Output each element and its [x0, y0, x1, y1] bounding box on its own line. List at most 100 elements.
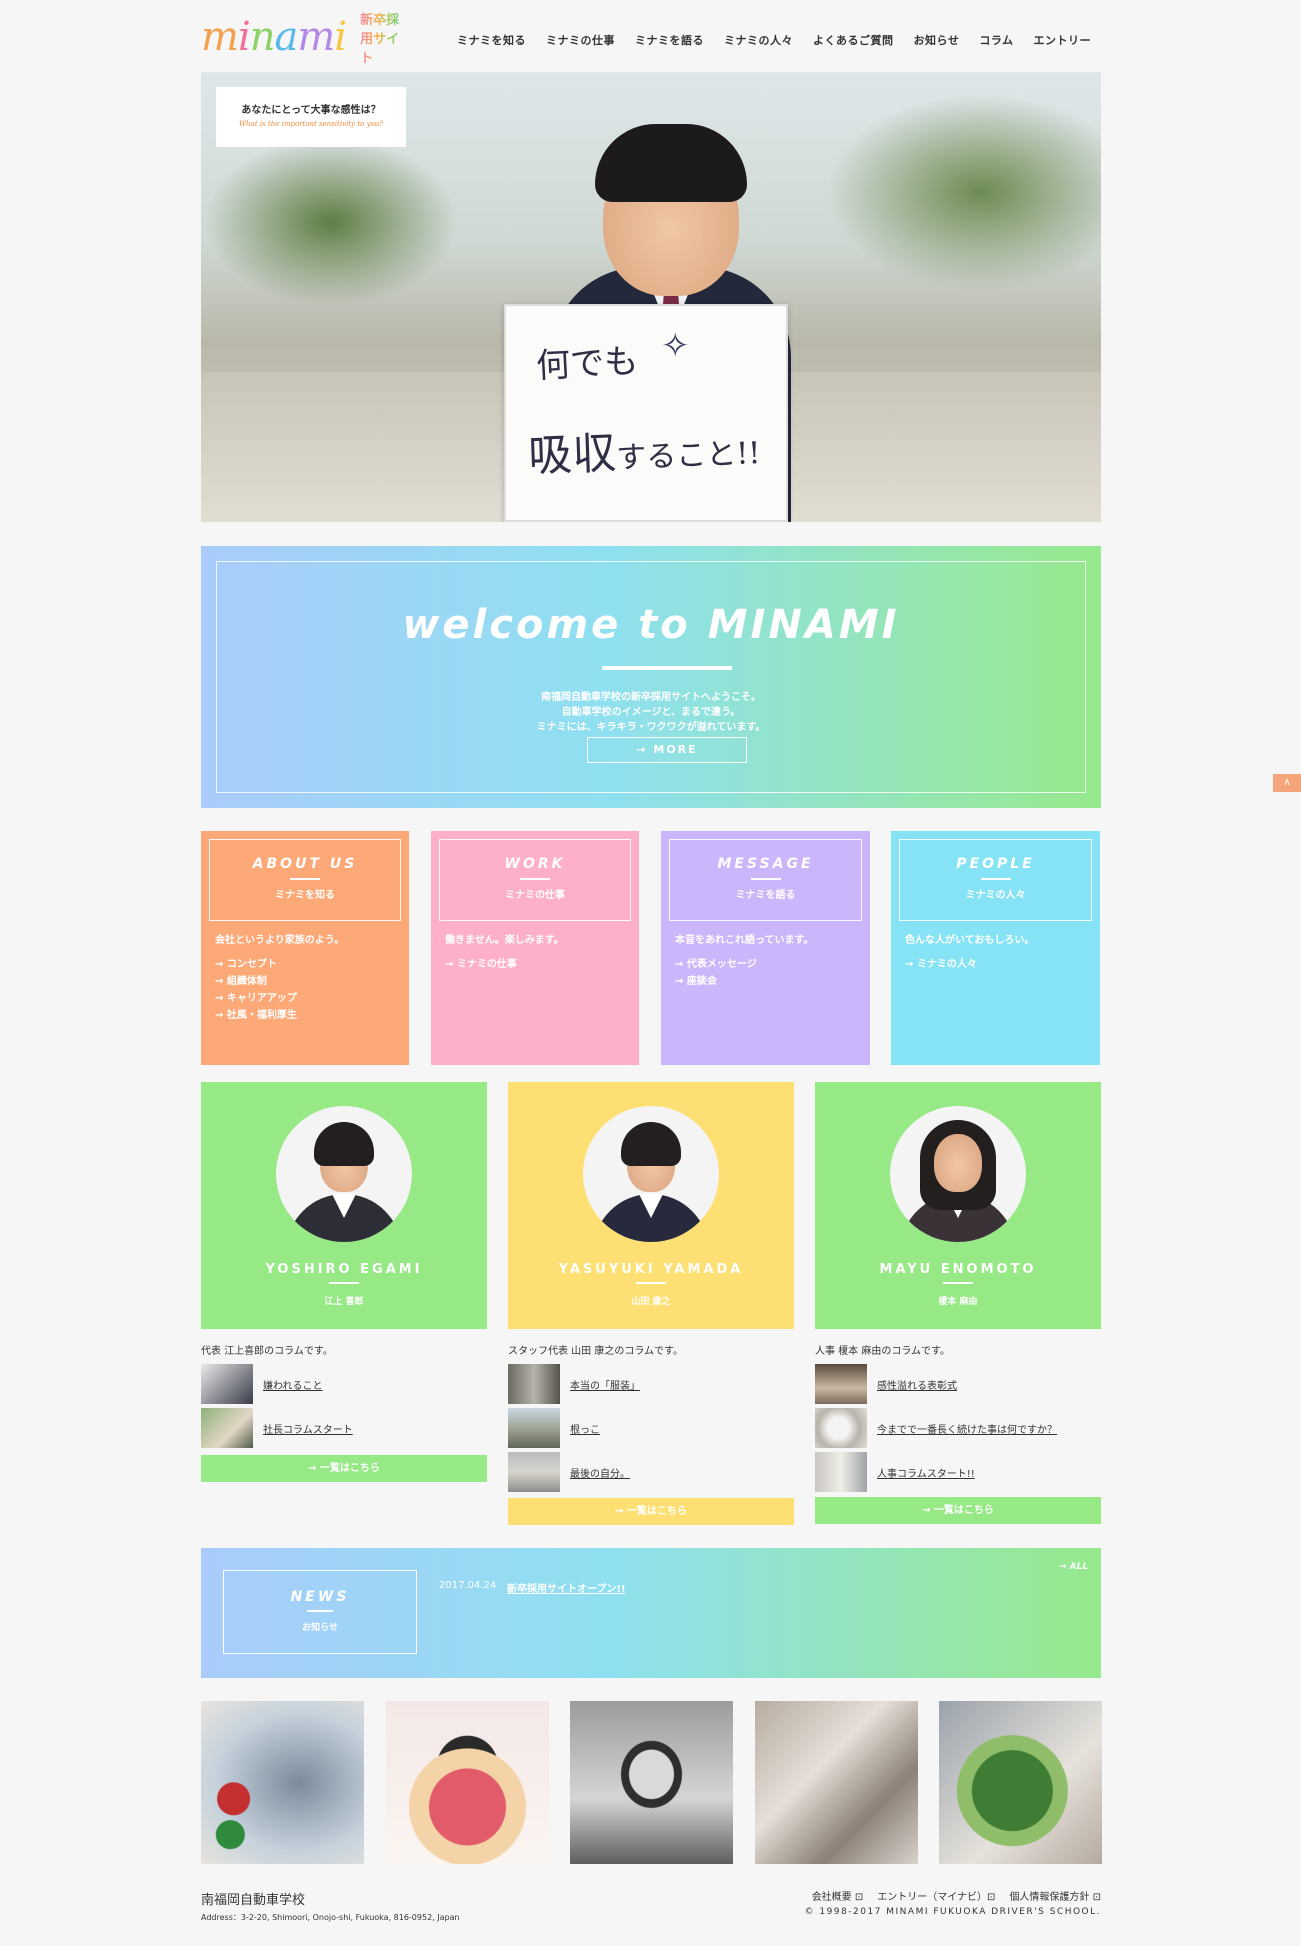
column-list-button-enomoto[interactable]: → 一覧はこちら	[815, 1497, 1101, 1524]
gallery-photo[interactable]	[570, 1701, 733, 1864]
column-list-enomoto: 感性溢れる表彰式 今までで一番長く続けた事は何ですか？ 人事コラムスタート!!	[815, 1362, 1101, 1494]
gallery-photo[interactable]	[386, 1701, 549, 1864]
list-item[interactable]: 本当の「服装」	[508, 1362, 794, 1406]
column-link[interactable]: 嫌われること	[263, 1377, 323, 1392]
category-link-culture[interactable]: → 社風・福利厚生	[215, 1007, 399, 1024]
footer-link-entry[interactable]: エントリー（マイナビ）⊡	[877, 1888, 995, 1903]
list-item[interactable]: 社長コラムスタート	[201, 1406, 487, 1450]
column-link[interactable]: 人事コラムスタート!!	[877, 1465, 975, 1480]
column-link[interactable]: 最後の自分。	[570, 1465, 630, 1480]
category-message[interactable]: MESSAGE ミナミを語る 本音をあれこれ語っています。 → 代表メッセージ …	[661, 831, 870, 1065]
logo-letter-m2: m	[297, 14, 335, 60]
category-body: 色んな人がいておもしろい。 → ミナミの人々	[905, 931, 1090, 973]
category-link-career[interactable]: → キャリアアップ	[215, 990, 399, 1007]
welcome-text-line: 南福岡自動車学校の新卒採用サイトへようこそ。	[541, 692, 761, 703]
columnist-name-jp: 榎本 麻由	[938, 1297, 978, 1307]
columnist-divider	[943, 1282, 973, 1284]
category-divider	[290, 878, 320, 880]
welcome-text-line: ミナミには、キラキラ・ワクワクが溢れています。	[536, 722, 766, 733]
nav-about[interactable]: ミナミを知る	[457, 32, 526, 48]
news-section: NEWS お知らせ 2017.04.24 新卒採用サイトオープン!! → ALL	[201, 1548, 1101, 1678]
welcome-section: welcome to MINAMI 南福岡自動車学校の新卒採用サイトへようこそ。…	[201, 546, 1101, 808]
columnist-card-yamada[interactable]: YASUYUKI YAMADA 山田 康之	[508, 1082, 794, 1329]
news-divider	[307, 1610, 333, 1612]
columnist-name-jp: 江上 喜郎	[324, 1297, 364, 1307]
column-lead: スタッフ代表 山田 康之のコラムです。	[508, 1346, 684, 1357]
avatar-hair	[314, 1122, 374, 1166]
nav-message[interactable]: ミナミを語る	[635, 32, 704, 48]
welcome-text: 南福岡自動車学校の新卒採用サイトへようこそ。 自動車学校のイメージと、まるで違う…	[217, 690, 1085, 735]
hero-hair	[595, 124, 747, 202]
nav-column[interactable]: コラム	[979, 32, 1013, 48]
column-thumbnail	[201, 1364, 253, 1404]
columnist-card-egami[interactable]: YOSHIRO EGAMI 江上 喜郎	[201, 1082, 487, 1329]
list-item[interactable]: 人事コラムスタート!!	[815, 1450, 1101, 1494]
news-all-link[interactable]: → ALL	[1059, 1562, 1088, 1572]
news-date: 2017.04.24	[439, 1580, 497, 1591]
welcome-more-button[interactable]: → MORE	[587, 737, 747, 763]
gallery-photo[interactable]	[755, 1701, 918, 1864]
category-people[interactable]: PEOPLE ミナミの人々 色んな人がいておもしろい。 → ミナミの人々	[891, 831, 1100, 1065]
column-thumbnail	[508, 1364, 560, 1404]
board-line-2: 吸収すること!!	[527, 412, 761, 484]
welcome-frame: welcome to MINAMI 南福岡自動車学校の新卒採用サイトへようこそ。…	[216, 561, 1086, 793]
footer-link-privacy[interactable]: 個人情報保護方針 ⊡	[1009, 1888, 1101, 1903]
nav-work[interactable]: ミナミの仕事	[546, 32, 615, 48]
category-link-organization[interactable]: → 組織体制	[215, 973, 399, 990]
nav-faq[interactable]: よくあるご質問	[813, 32, 894, 48]
columnist-name: YOSHIRO EGAMI	[265, 1262, 423, 1277]
column-link[interactable]: 感性溢れる表彰式	[877, 1377, 957, 1392]
news-item-link[interactable]: 新卒採用サイトオープン!!	[507, 1580, 626, 1595]
column-list-egami: 嫌われること 社長コラムスタート	[201, 1362, 487, 1450]
nav-entry[interactable]: エントリー	[1034, 32, 1092, 48]
list-item[interactable]: 最後の自分。	[508, 1450, 794, 1494]
avatar	[276, 1106, 412, 1242]
sparkle-icon: ✧	[661, 326, 690, 366]
category-lead: 働きません。楽しみます。	[445, 935, 564, 946]
avatar	[890, 1106, 1026, 1242]
logo-letter-n: n	[249, 14, 276, 60]
list-item[interactable]: 感性溢れる表彰式	[815, 1362, 1101, 1406]
column-lead: 人事 榎本 麻由のコラムです。	[815, 1346, 951, 1357]
list-item[interactable]: 根っこ	[508, 1406, 794, 1450]
column-link[interactable]: 今までで一番長く続けた事は何ですか？	[877, 1421, 1057, 1436]
footer-link-company[interactable]: 会社概要 ⊡	[812, 1888, 864, 1903]
board-line-2-main: 吸収	[527, 427, 618, 483]
gallery-photo[interactable]	[939, 1701, 1102, 1864]
nav-people[interactable]: ミナミの人々	[724, 32, 793, 48]
columnist-name: MAYU ENOMOTO	[879, 1262, 1037, 1277]
category-work[interactable]: WORK ミナミの仕事 働きません。楽しみます。 → ミナミの仕事	[431, 831, 639, 1065]
columnist-card-enomoto[interactable]: MAYU ENOMOTO 榎本 麻由	[815, 1082, 1101, 1329]
category-title: MESSAGE	[717, 856, 814, 872]
category-subtitle: ミナミを語る	[735, 890, 796, 901]
category-divider	[750, 878, 781, 880]
list-item[interactable]: 嫌われること	[201, 1362, 487, 1406]
footer-links: 会社概要 ⊡ エントリー（マイナビ）⊡ 個人情報保護方針 ⊡	[812, 1888, 1101, 1903]
column-thumbnail	[508, 1452, 560, 1492]
gallery-photo[interactable]	[201, 1701, 364, 1864]
category-lead: 色んな人がいておもしろい。	[905, 935, 1035, 946]
nav-news[interactable]: お知らせ	[914, 32, 960, 48]
logo-letter-a: a	[274, 14, 299, 60]
category-about-us[interactable]: ABOUT US ミナミを知る 会社というより家族のよう。 → コンセプト → …	[201, 831, 409, 1065]
avatar-face	[934, 1134, 982, 1192]
column-link[interactable]: 本当の「服装」	[570, 1377, 640, 1392]
list-item[interactable]: 今までで一番長く続けた事は何ですか？	[815, 1406, 1101, 1450]
global-nav: ミナミを知る ミナミの仕事 ミナミを語る ミナミの人々 よくあるご質問 お知らせ…	[457, 32, 1091, 48]
category-link-work[interactable]: → ミナミの仕事	[445, 956, 629, 973]
column-list-button-yamada[interactable]: → 一覧はこちら	[508, 1498, 794, 1525]
column-link[interactable]: 根っこ	[570, 1421, 600, 1436]
column-link[interactable]: 社長コラムスタート	[263, 1421, 353, 1436]
category-link-people[interactable]: → ミナミの人々	[905, 956, 1090, 973]
board-line-2-small: すること!!	[615, 435, 761, 476]
category-link-ceo-message[interactable]: → 代表メッセージ	[675, 956, 860, 973]
board-line-1: 何でも	[535, 341, 640, 387]
footer-copyright: © 1998-2017 MINAMI FUKUOKA DRIVER'S SCHO…	[804, 1907, 1101, 1917]
back-to-top-button[interactable]: ∧	[1273, 774, 1301, 792]
category-link-roundtable[interactable]: → 座談会	[675, 973, 860, 990]
column-thumbnail	[201, 1408, 253, 1448]
column-list-button-egami[interactable]: → 一覧はこちら	[201, 1455, 487, 1482]
category-divider	[980, 878, 1011, 880]
site-logo[interactable]: minami 新卒採用サイト	[201, 13, 411, 66]
category-link-concept[interactable]: → コンセプト	[215, 956, 399, 973]
